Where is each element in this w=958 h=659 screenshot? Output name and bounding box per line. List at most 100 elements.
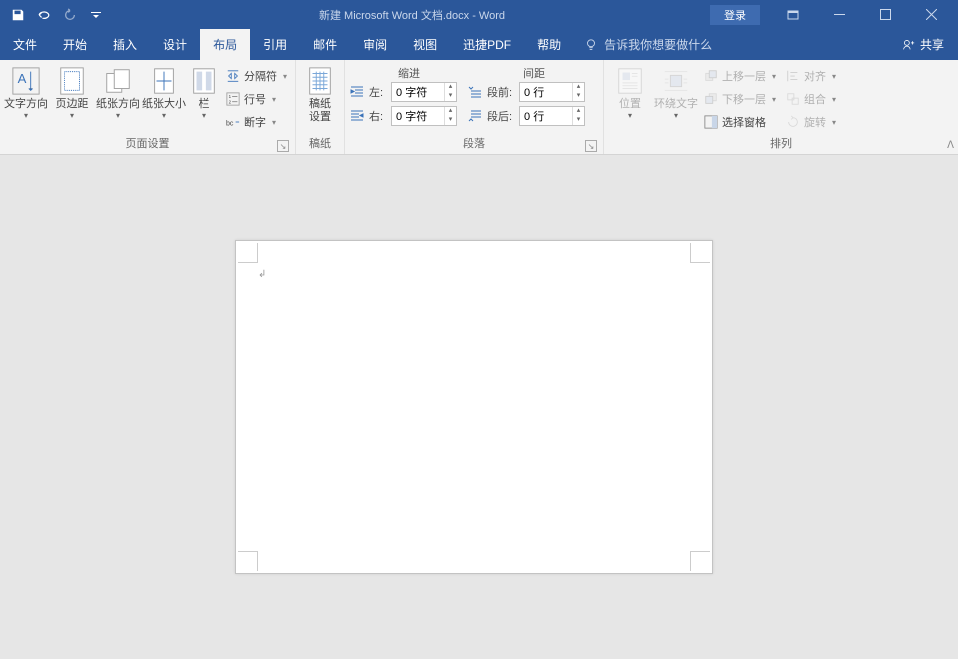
spin-up[interactable]: ▴ (445, 107, 456, 116)
position-button: 位置 ▾ (608, 63, 652, 122)
tab-pdf[interactable]: 迅捷PDF (450, 29, 524, 60)
ribbon-tabbar: 文件 开始 插入 设计 布局 引用 邮件 审阅 视图 迅捷PDF 帮助 告诉我你… (0, 29, 958, 60)
group-arrange: 位置 ▾ 环绕文字 ▾ 上移一层▾ 下移一层▾ 选择窗格 (604, 60, 958, 154)
share-button[interactable]: 共享 (888, 29, 958, 60)
svg-text:A: A (18, 71, 27, 86)
tab-file[interactable]: 文件 (0, 29, 50, 60)
space-before-input[interactable]: ▴▾ (519, 82, 585, 102)
indent-right-icon (349, 109, 365, 123)
columns-icon (191, 66, 217, 96)
titlebar: 新建 Microsoft Word 文档.docx - Word 登录 (0, 0, 958, 29)
orientation-button[interactable]: 纸张方向 ▾ (96, 63, 140, 122)
breaks-button[interactable]: 分隔符▾ (222, 65, 291, 87)
window-title: 新建 Microsoft Word 文档.docx - Word (114, 7, 710, 23)
tellme-search[interactable]: 告诉我你想要做什么 (574, 29, 722, 60)
line-numbers-button[interactable]: 12 行号▾ (222, 88, 291, 110)
close-button[interactable] (908, 0, 954, 29)
group-label-arrange: 排列 (608, 133, 954, 154)
save-button[interactable] (6, 3, 30, 27)
bring-forward-button: 上移一层▾ (700, 65, 780, 87)
chevron-down-icon: ▾ (272, 95, 276, 104)
paragraph-mark-icon: ↲ (258, 269, 266, 280)
spin-down[interactable]: ▾ (445, 92, 456, 101)
breaks-icon (226, 69, 240, 83)
login-button[interactable]: 登录 (710, 5, 760, 25)
chevron-down-icon: ▾ (162, 111, 166, 120)
space-after-icon (467, 109, 483, 123)
share-label: 共享 (920, 36, 944, 53)
redo-button[interactable] (58, 3, 82, 27)
collapse-ribbon-button[interactable]: ᐱ (947, 140, 954, 151)
orientation-icon (103, 66, 133, 96)
chevron-down-icon: ▾ (283, 72, 287, 81)
selection-pane-button[interactable]: 选择窗格 (700, 111, 780, 133)
hyphenation-button[interactable]: bc 断字▾ (222, 111, 291, 133)
indent-left-icon (349, 85, 365, 99)
margins-button[interactable]: 页边距 ▾ (50, 63, 94, 122)
group-paragraph: 缩进 间距 左: ▴▾ 段前: ▴▾ 右: ▴▾ 段后: ▴ (345, 60, 604, 154)
svg-text:1: 1 (229, 94, 232, 99)
margin-corner-br (690, 551, 710, 571)
svg-text:bc: bc (226, 121, 234, 128)
qat-customize-button[interactable] (84, 3, 108, 27)
maximize-button[interactable] (862, 0, 908, 29)
chevron-down-icon: ▾ (24, 111, 28, 120)
tab-references[interactable]: 引用 (250, 29, 300, 60)
chevron-down-icon: ▾ (832, 72, 836, 81)
spin-up[interactable]: ▴ (445, 83, 456, 92)
undo-button[interactable] (32, 3, 56, 27)
spin-down[interactable]: ▾ (445, 116, 456, 125)
margin-corner-tr (690, 243, 710, 263)
hyphenation-icon: bc (226, 115, 240, 129)
tab-design[interactable]: 设计 (150, 29, 200, 60)
minimize-button[interactable] (816, 0, 862, 29)
lightbulb-icon (584, 38, 598, 52)
tab-help[interactable]: 帮助 (524, 29, 574, 60)
spin-up[interactable]: ▴ (573, 107, 584, 116)
manuscript-icon (306, 66, 334, 96)
tab-review[interactable]: 审阅 (350, 29, 400, 60)
chevron-down-icon: ▾ (772, 95, 776, 104)
chevron-down-icon: ▾ (772, 72, 776, 81)
space-after-input[interactable]: ▴▾ (519, 106, 585, 126)
group-manuscript: 稿纸 设置 稿纸 (296, 60, 345, 154)
chevron-down-icon: ▾ (116, 111, 120, 120)
tellme-placeholder: 告诉我你想要做什么 (604, 36, 712, 53)
align-button: 对齐▾ (782, 65, 840, 87)
page-setup-launcher[interactable]: ↘ (277, 140, 289, 152)
size-button[interactable]: 纸张大小 ▾ (142, 63, 186, 122)
manuscript-settings-button[interactable]: 稿纸 设置 (300, 63, 340, 126)
margin-corner-bl (238, 551, 258, 571)
group-button: 组合▾ (782, 88, 840, 110)
chevron-down-icon: ▾ (674, 111, 678, 120)
tab-home[interactable]: 开始 (50, 29, 100, 60)
spin-up[interactable]: ▴ (573, 83, 584, 92)
chevron-down-icon: ▾ (832, 118, 836, 127)
text-direction-icon: A (11, 66, 41, 96)
wrap-text-button: 环绕文字 ▾ (654, 63, 698, 122)
ribbon-display-button[interactable] (770, 0, 816, 29)
group-label-page-setup: 页面设置 ↘ (4, 133, 291, 154)
group-label-paragraph: 段落 ↘ (349, 133, 599, 154)
text-direction-button[interactable]: A 文字方向 ▾ (4, 63, 48, 122)
document-area[interactable]: ↲ (0, 155, 958, 659)
svg-text:2: 2 (229, 99, 232, 104)
tab-insert[interactable]: 插入 (100, 29, 150, 60)
chevron-down-icon: ▾ (832, 95, 836, 104)
indent-right-input[interactable]: ▴▾ (391, 106, 457, 126)
columns-button[interactable]: 栏 ▾ (188, 63, 220, 122)
bring-forward-icon (704, 69, 718, 83)
page-size-icon (149, 66, 179, 96)
spin-down[interactable]: ▾ (573, 116, 584, 125)
selection-pane-icon (704, 115, 718, 129)
indent-left-input[interactable]: ▴▾ (391, 82, 457, 102)
quick-access-toolbar (0, 3, 114, 27)
spin-down[interactable]: ▾ (573, 92, 584, 101)
tab-mailings[interactable]: 邮件 (300, 29, 350, 60)
wrap-text-icon (661, 66, 691, 96)
align-icon (786, 69, 800, 83)
paragraph-launcher[interactable]: ↘ (585, 140, 597, 152)
page[interactable]: ↲ (235, 240, 713, 574)
tab-layout[interactable]: 布局 (200, 29, 250, 60)
tab-view[interactable]: 视图 (400, 29, 450, 60)
